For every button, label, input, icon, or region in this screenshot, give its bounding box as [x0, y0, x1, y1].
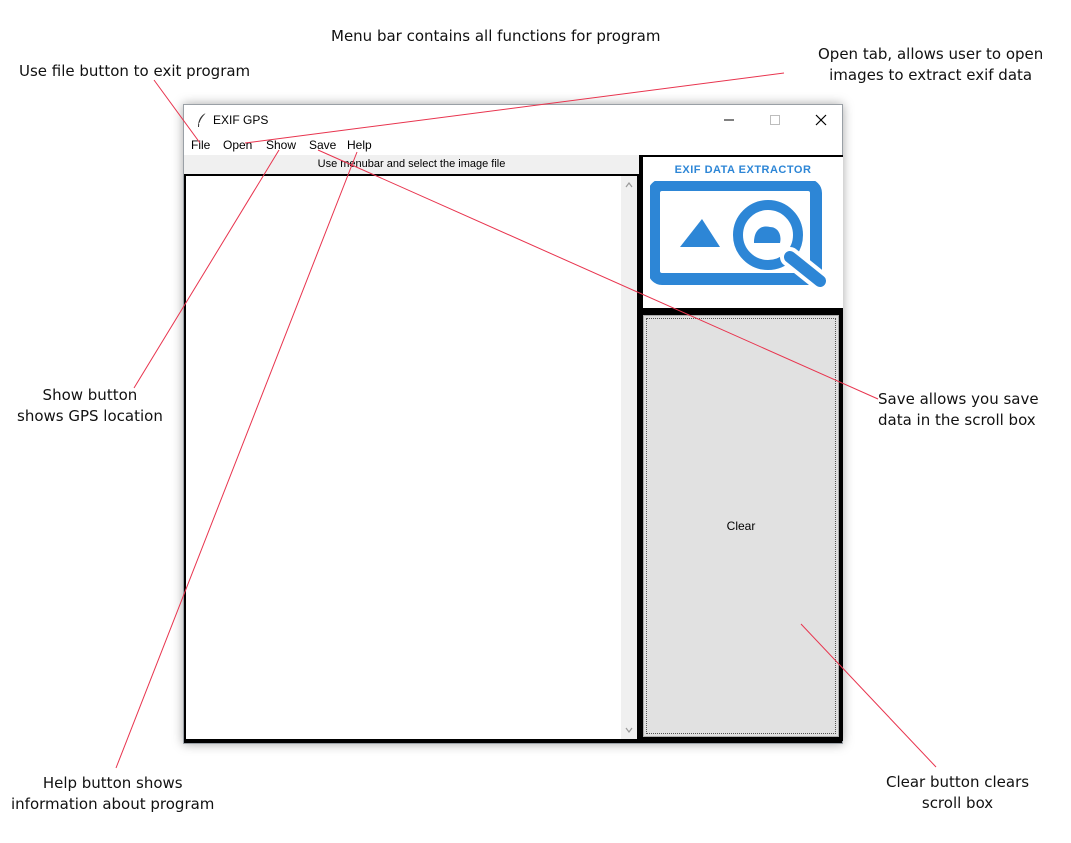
- maximize-icon: [770, 115, 780, 125]
- logo-panel: EXIF DATA EXTRACTOR: [643, 157, 843, 308]
- annotation-clear: Clear button clears scroll box: [886, 772, 1029, 814]
- minimize-icon: [724, 119, 734, 121]
- annotation-save: Save allows you save data in the scroll …: [878, 389, 1039, 431]
- annotation-clear-line1: Clear button clears: [886, 773, 1030, 791]
- annotation-open-line2: images to extract exif data: [829, 66, 1033, 84]
- annotation-save-line1: Save allows you save: [878, 390, 1039, 408]
- annotation-clear-line2: scroll box: [921, 794, 994, 812]
- annotation-show: Show button shows GPS location: [17, 385, 163, 427]
- menu-save[interactable]: Save: [309, 138, 336, 152]
- annotation-open-line1: Open tab, allows user to open: [818, 45, 1044, 63]
- scroll-down-icon[interactable]: [624, 725, 634, 735]
- menu-file[interactable]: File: [191, 138, 210, 152]
- menu-show[interactable]: Show: [266, 138, 296, 152]
- annotation-show-line1: Show button: [42, 386, 138, 404]
- annotation-save-line2: data in the scroll box: [878, 411, 1036, 429]
- title-bar[interactable]: EXIF GPS: [184, 105, 842, 135]
- clear-button-label: Clear: [726, 519, 756, 533]
- close-button[interactable]: [798, 105, 844, 135]
- annotation-menu-bar: Menu bar contains all functions for prog…: [331, 27, 661, 45]
- app-window: EXIF GPS File Open Show Save Help Use me…: [183, 104, 843, 744]
- annotation-file: Use file button to exit program: [19, 62, 251, 80]
- scroll-text-box[interactable]: [186, 176, 621, 739]
- feather-icon: [198, 112, 207, 127]
- maximize-button[interactable]: [752, 105, 798, 135]
- logo-title: EXIF DATA EXTRACTOR: [674, 164, 812, 176]
- clear-button[interactable]: Clear: [643, 315, 839, 737]
- annotation-help-line1: Help button shows: [42, 774, 183, 792]
- annotation-show-line2: shows GPS location: [17, 407, 163, 425]
- status-label: Use menubar and select the image file: [184, 155, 639, 174]
- image-search-logo: [650, 181, 830, 289]
- annotation-help: Help button shows information about prog…: [11, 773, 214, 815]
- close-icon: [815, 114, 827, 126]
- side-pane: EXIF DATA EXTRACTOR Clear: [639, 155, 843, 741]
- minimize-button[interactable]: [706, 105, 752, 135]
- window-bottom-border: [184, 741, 842, 743]
- annotation-help-line2: information about program: [11, 795, 215, 813]
- menu-help[interactable]: Help: [347, 138, 372, 152]
- scroll-up-icon[interactable]: [624, 180, 634, 190]
- vertical-scrollbar[interactable]: [621, 176, 637, 739]
- menu-open[interactable]: Open: [223, 138, 252, 152]
- menu-bar: File Open Show Save Help: [184, 135, 842, 155]
- output-pane: Use menubar and select the image file: [184, 155, 639, 741]
- window-title: EXIF GPS: [213, 113, 269, 127]
- annotation-open: Open tab, allows user to open images to …: [818, 44, 1043, 86]
